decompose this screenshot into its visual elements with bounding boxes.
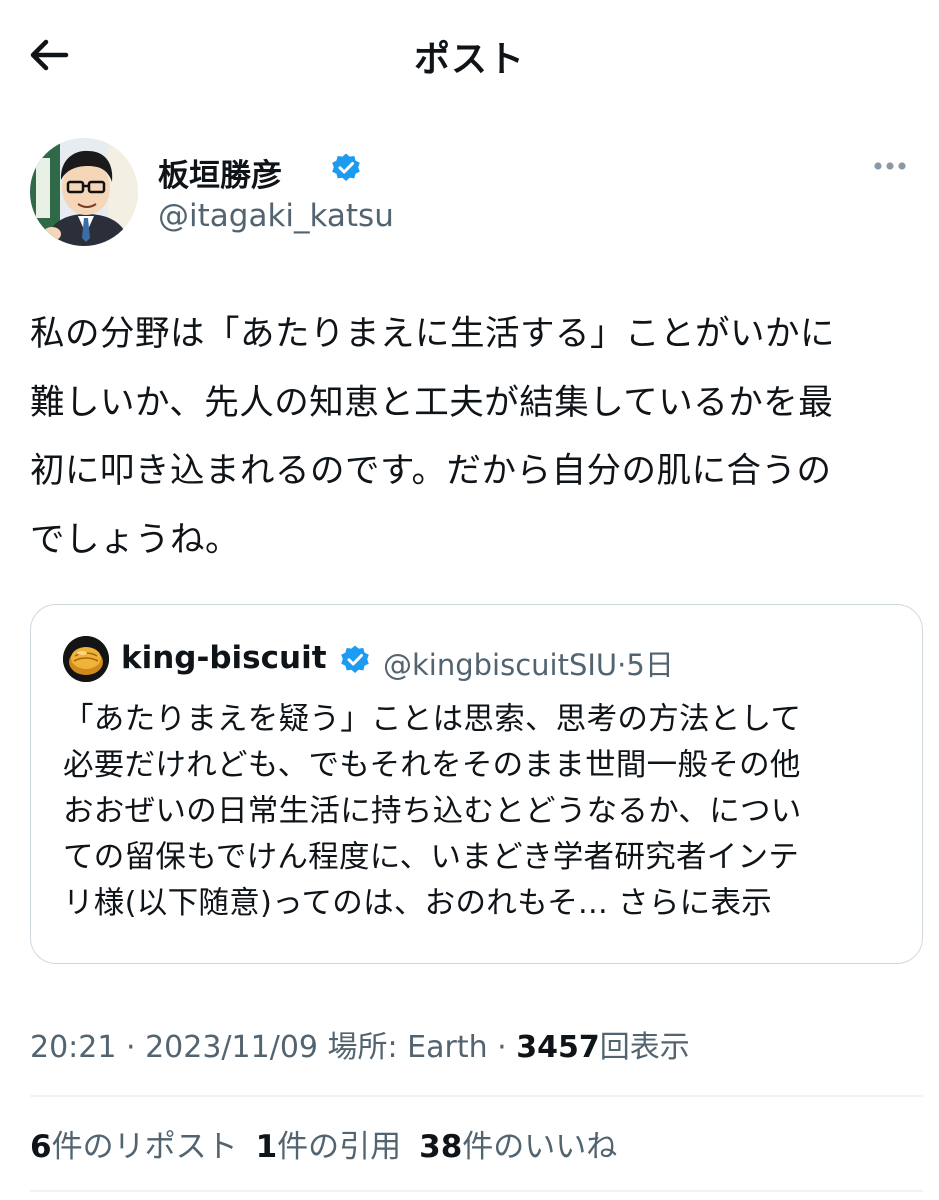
verified-badge-icon (332, 153, 360, 181)
quoted-handle-text: @kingbiscuitSIU (383, 648, 618, 682)
post-date[interactable]: 2023/11/09 (145, 1030, 318, 1065)
meta-separator: · (116, 1030, 146, 1065)
post-detail-screen: ポスト 板垣勝彦 @itagaki_katsu 私の分野は「あたりまえに生活する… (0, 0, 939, 1200)
likes-label: 件のいいね (462, 1129, 618, 1165)
more-options-icon[interactable] (870, 154, 910, 178)
engagement-stats: 6件のリポスト 1件の引用 38件のいいね (30, 1121, 635, 1166)
quotes-label: 件の引用 (277, 1129, 402, 1165)
post-text: 私の分野は「あたりまえに生活する」ことがいかに 難しいか、先人の知恵と工夫が結集… (30, 314, 835, 560)
quoted-time: 5日 (626, 648, 674, 682)
author-handle[interactable]: @itagaki_katsu (158, 198, 394, 234)
likes-count: 38 (419, 1129, 463, 1165)
quoted-author-handle: @kingbiscuitSIU·5日 (383, 642, 674, 684)
quoted-separator: · (617, 648, 627, 682)
quoted-post-text: 「あたりまえを疑う」ことは思索、思考の方法として 必要だけれども、でもそれをその… (63, 697, 908, 927)
reposts-stat[interactable]: 6件のリポスト (30, 1129, 238, 1165)
author-avatar-illustration (30, 138, 138, 246)
views-count: 3457 (516, 1030, 600, 1065)
views-label: 回表示 (599, 1030, 690, 1065)
quoted-avatar (63, 636, 109, 682)
author-name[interactable]: 板垣勝彦 (158, 150, 282, 195)
verified-badge-icon (341, 645, 369, 673)
quotes-stat[interactable]: 1件の引用 (256, 1129, 402, 1165)
divider (30, 1190, 923, 1192)
reposts-label: 件のリポスト (51, 1129, 238, 1165)
divider (30, 1095, 923, 1097)
header: ポスト (0, 0, 939, 110)
quotes-count: 1 (255, 1129, 278, 1165)
reposts-count: 6 (30, 1129, 52, 1165)
author-row: 板垣勝彦 @itagaki_katsu (30, 138, 910, 250)
quoted-post-card[interactable]: king-biscuit @kingbiscuitSIU·5日 「あたりまえを疑… (30, 604, 923, 964)
biscuit-logo-icon (63, 636, 109, 682)
show-more-link[interactable]: さらに表示 (608, 886, 772, 921)
post-time[interactable]: 20:21 (30, 1030, 116, 1065)
post-location: 場所: Earth (318, 1030, 488, 1065)
likes-stat[interactable]: 38件のいいね (419, 1129, 617, 1165)
post-meta: 20:21 · 2023/11/09 場所: Earth · 3457回表示 (30, 1022, 690, 1066)
quoted-author-name: king-biscuit (121, 640, 327, 676)
avatar[interactable] (30, 138, 138, 246)
meta-separator: · (487, 1030, 517, 1065)
page-title: ポスト (413, 39, 525, 80)
